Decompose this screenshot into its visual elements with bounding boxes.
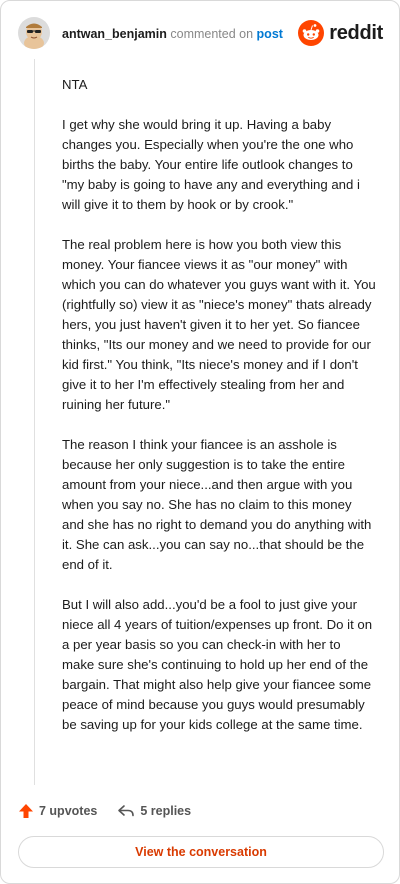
post-link[interactable]: post xyxy=(257,27,283,41)
comment-header: antwan_benjamin commented on post reddit xyxy=(18,17,383,51)
reply-arrow-icon xyxy=(118,805,135,817)
reddit-logo[interactable]: reddit xyxy=(298,19,383,47)
thread-line xyxy=(34,59,35,785)
user-avatar[interactable] xyxy=(18,17,50,49)
upvote-count: 7 upvotes xyxy=(39,804,98,818)
comment-paragraph: The real problem here is how you both vi… xyxy=(62,237,376,412)
avatar-icon xyxy=(18,17,50,49)
username-link[interactable]: antwan_benjamin xyxy=(62,27,167,41)
reply-count: 5 replies xyxy=(140,804,192,818)
reddit-wordmark: reddit xyxy=(329,21,383,44)
comment-byline: antwan_benjamin commented on post xyxy=(62,27,283,41)
comment-paragraph: NTA xyxy=(62,77,88,92)
commented-on-text: commented on xyxy=(170,27,254,41)
comment-card: antwan_benjamin commented on post reddit… xyxy=(0,0,400,884)
view-conversation-button[interactable]: View the conversation xyxy=(18,836,384,868)
upvote-arrow-icon xyxy=(19,804,33,818)
comment-paragraph: The reason I think your fiancee is an as… xyxy=(62,437,372,572)
comment-paragraph: I get why she would bring it up. Having … xyxy=(62,117,360,212)
comment-body: NTA I get why she would bring it up. Hav… xyxy=(62,75,376,755)
upvote-button[interactable]: 7 upvotes xyxy=(18,803,97,819)
reddit-snoo-icon xyxy=(298,20,325,46)
comment-actions: 7 upvotes 5 replies xyxy=(18,800,211,822)
comment-paragraph: But I will also add...you'd be a fool to… xyxy=(62,597,373,732)
replies-button[interactable]: 5 replies xyxy=(117,803,191,819)
